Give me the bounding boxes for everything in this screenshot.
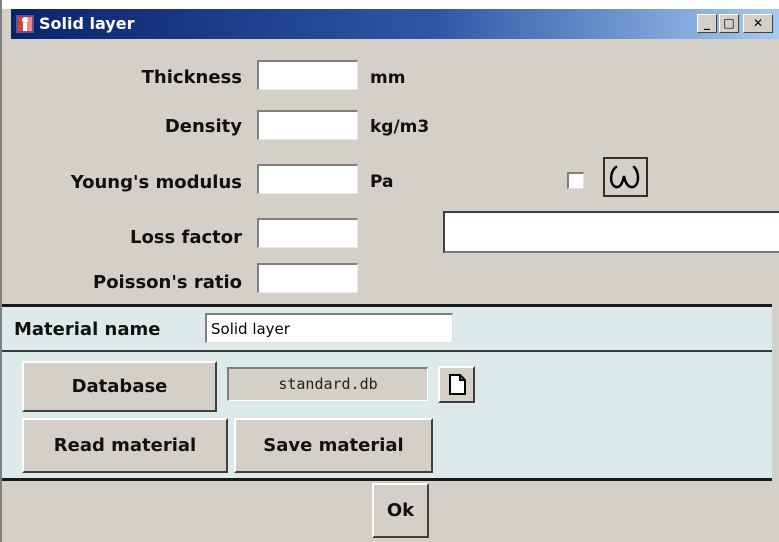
loss-factor-label: Loss factor <box>129 227 242 248</box>
solid-layer-dialog: Solid layer _ □ ✕ Thickness mm Density k… <box>0 0 779 542</box>
thickness-input[interactable] <box>257 60 358 90</box>
maximize-icon: □ <box>723 16 735 30</box>
poissons-ratio-label: Poisson's ratio <box>93 272 242 293</box>
frequency-dependent-checkbox[interactable] <box>567 172 584 189</box>
save-material-button[interactable]: Save material <box>234 418 433 473</box>
divider-bottom <box>2 478 772 481</box>
expression-field[interactable] <box>443 211 779 253</box>
density-input[interactable] <box>257 110 358 140</box>
thickness-label: Thickness <box>141 67 242 88</box>
youngs-modulus-input[interactable] <box>257 164 358 194</box>
divider-material <box>2 350 772 352</box>
database-file-display: standard.db <box>227 367 428 401</box>
window-title: Solid layer <box>39 14 135 33</box>
top-strip <box>2 0 779 9</box>
close-button[interactable]: ✕ <box>743 14 773 33</box>
database-button[interactable]: Database <box>22 361 217 412</box>
close-icon: ✕ <box>752 16 764 30</box>
new-file-icon <box>449 374 466 395</box>
ok-button[interactable]: Ok <box>372 483 429 538</box>
thickness-unit: mm <box>370 68 406 88</box>
poissons-ratio-input[interactable] <box>257 263 358 293</box>
minimize-button[interactable]: _ <box>697 14 717 33</box>
title-bar[interactable]: Solid layer _ □ ✕ <box>11 9 779 39</box>
omega-button[interactable] <box>603 157 648 197</box>
material-name-input[interactable] <box>205 313 453 343</box>
omega-icon <box>609 165 640 189</box>
density-unit: kg/m3 <box>370 117 430 137</box>
read-material-button[interactable]: Read material <box>22 418 228 473</box>
youngs-modulus-label: Young's modulus <box>70 172 242 193</box>
density-label: Density <box>164 116 242 137</box>
youngs-modulus-unit: Pa <box>370 172 394 192</box>
app-icon <box>16 15 34 33</box>
maximize-button[interactable]: □ <box>719 14 739 33</box>
minimize-icon: _ <box>704 16 710 30</box>
new-database-button[interactable] <box>438 366 475 403</box>
material-name-label: Material name <box>14 319 161 340</box>
loss-factor-input[interactable] <box>257 218 358 248</box>
